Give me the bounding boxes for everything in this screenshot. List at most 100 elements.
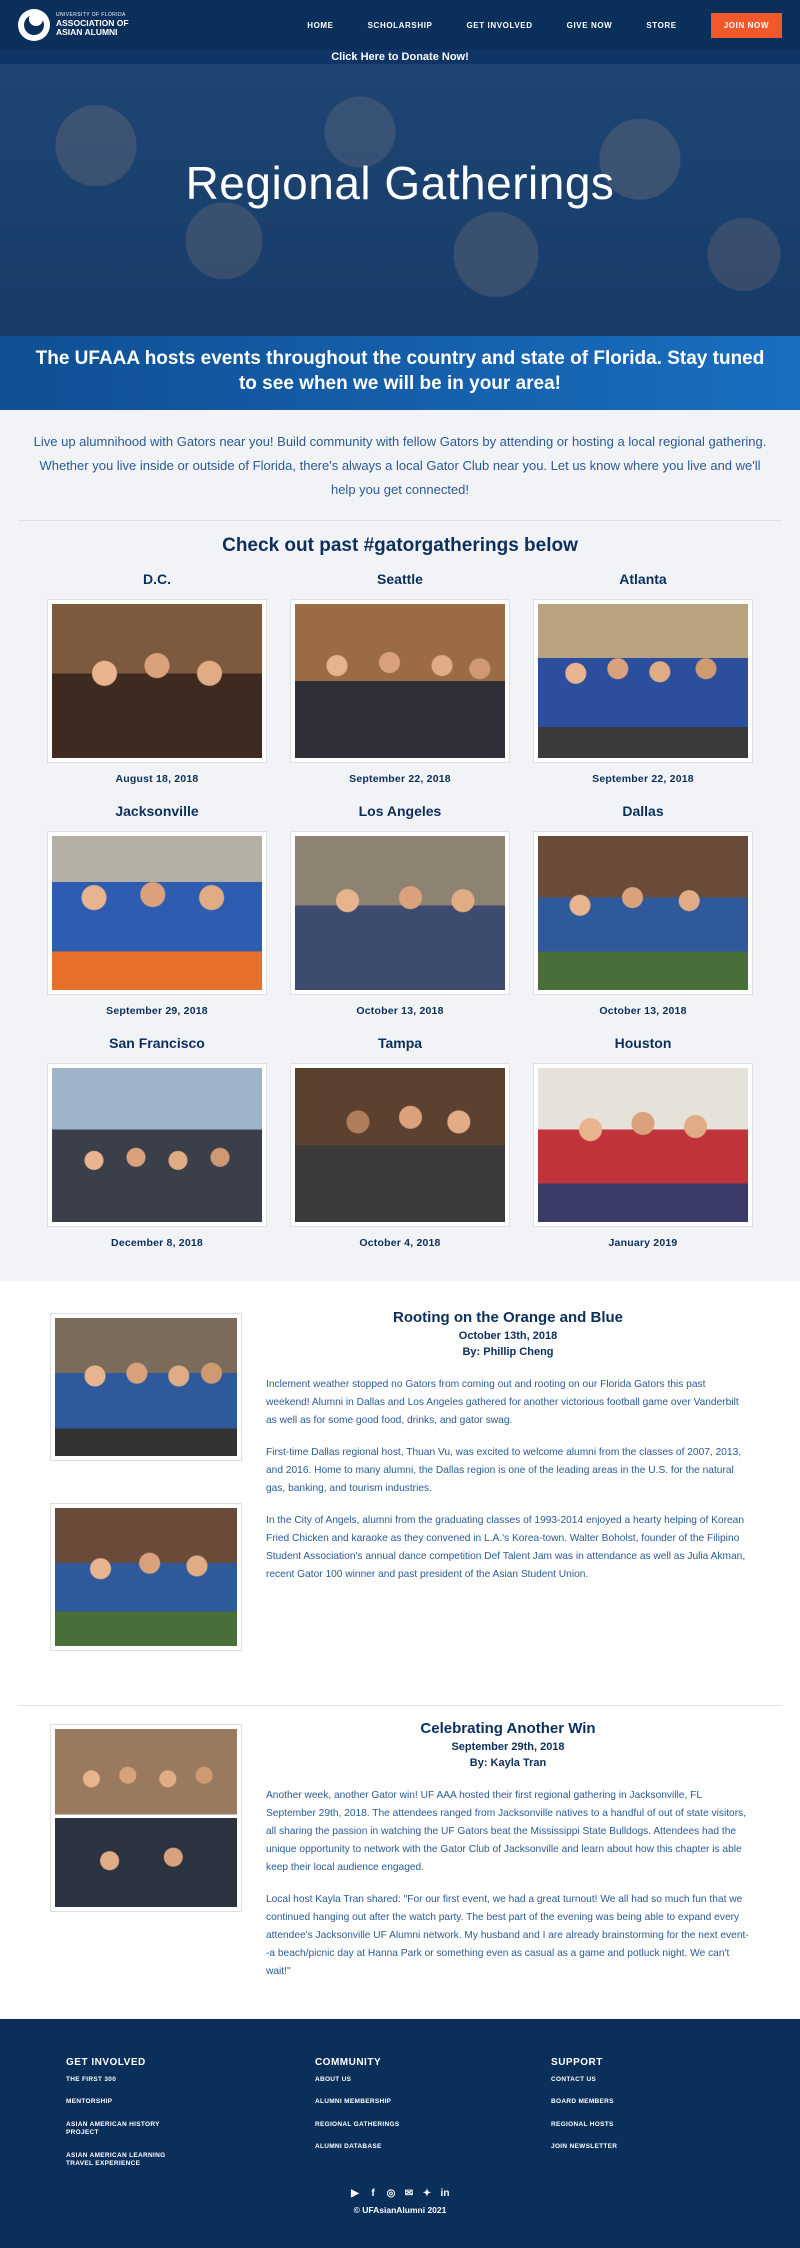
donate-link[interactable]: Click Here to Donate Now!: [0, 50, 800, 64]
footer-link[interactable]: MENTORSHIP: [66, 2098, 186, 2106]
articles-section: Rooting on the Orange and Blue October 1…: [0, 1281, 800, 2019]
page-title: Regional Gatherings: [185, 157, 615, 209]
article-celebrating: Celebrating Another Win September 29th, …: [18, 1720, 782, 1995]
linkedin-icon[interactable]: in: [440, 2188, 451, 2199]
article-rooting: Rooting on the Orange and Blue October 1…: [18, 1309, 782, 1693]
card-date: January 2019: [608, 1237, 678, 1249]
site-footer: GET INVOLVED THE FIRST 300 MENTORSHIP AS…: [0, 2019, 800, 2248]
card-photo[interactable]: [533, 1063, 753, 1227]
article-paragraph: First-time Dallas regional host, Thuan V…: [266, 1447, 742, 1494]
gallery-card-jacksonville: Jacksonville September 29, 2018: [40, 803, 274, 1017]
nav-store[interactable]: STORE: [646, 21, 676, 30]
group-photo: [538, 604, 748, 758]
article-divider: [18, 1705, 782, 1706]
card-date: August 18, 2018: [115, 773, 199, 785]
tagline-banner: The UFAAA hosts events throughout the co…: [0, 336, 800, 410]
site-header: UNIVERSITY OF FLORIDA ASSOCIATION OF ASI…: [0, 0, 800, 50]
nav-scholarship[interactable]: SCHOLARSHIP: [368, 21, 433, 30]
footer-link[interactable]: ALUMNI DATABASE: [315, 2143, 435, 2151]
footer-column-title: GET INVOLVED: [66, 2057, 146, 2068]
site-logo[interactable]: UNIVERSITY OF FLORIDA ASSOCIATION OF ASI…: [18, 9, 129, 41]
card-photo[interactable]: [47, 831, 267, 995]
article-body: Rooting on the Orange and Blue October 1…: [266, 1309, 750, 1693]
nav-get-involved[interactable]: GET INVOLVED: [466, 21, 532, 30]
twitter-icon[interactable]: ✦: [422, 2188, 433, 2199]
gallery-card-tampa: Tampa October 4, 2018: [283, 1035, 517, 1249]
gallery-card-houston: Houston January 2019: [526, 1035, 760, 1249]
article-paragraph: Another week, another Gator win! UF AAA …: [266, 1790, 747, 1873]
email-icon[interactable]: ✉: [404, 2188, 415, 2199]
group-photo: [295, 836, 505, 990]
footer-link[interactable]: CONTACT US: [551, 2076, 671, 2084]
main-nav: HOME SCHOLARSHIP GET INVOLVED GIVE NOW S…: [307, 12, 782, 38]
footer-link[interactable]: BOARD MEMBERS: [551, 2098, 671, 2106]
article-photo[interactable]: [50, 1724, 242, 1912]
card-city: Los Angeles: [358, 803, 442, 819]
card-city: Atlanta: [619, 571, 667, 587]
card-city: San Francisco: [109, 1035, 205, 1051]
group-photo: [52, 604, 262, 758]
footer-link[interactable]: ASIAN AMERICAN HISTORY PROJECT: [66, 2121, 186, 2138]
group-photo: [55, 1729, 237, 1907]
article-title: Rooting on the Orange and Blue: [393, 1309, 623, 1326]
footer-link[interactable]: THE FIRST 300: [66, 2076, 186, 2084]
hero-banner: Regional Gatherings: [0, 64, 800, 336]
article-body: Celebrating Another Win September 29th, …: [266, 1720, 750, 1995]
copyright: © UFAsianAlumni 2021: [353, 2205, 447, 2215]
article-photos: [50, 1724, 250, 1995]
card-photo[interactable]: [47, 1063, 267, 1227]
gallery-card-dc: D.C. August 18, 2018: [40, 571, 274, 785]
group-photo: [538, 1068, 748, 1222]
card-photo[interactable]: [290, 831, 510, 995]
article-photo[interactable]: [50, 1503, 242, 1651]
logo-name-line-2: ASIAN ALUMNI: [56, 26, 118, 37]
article-author: By: Kayla Tran: [469, 1757, 547, 1769]
gallery-card-seattle: Seattle September 22, 2018: [283, 571, 517, 785]
group-photo: [55, 1318, 237, 1456]
nav-give-now[interactable]: GIVE NOW: [567, 21, 613, 30]
group-photo: [538, 836, 748, 990]
card-date: September 22, 2018: [349, 773, 451, 785]
footer-columns: GET INVOLVED THE FIRST 300 MENTORSHIP AS…: [0, 2057, 800, 2183]
card-photo[interactable]: [533, 599, 753, 763]
group-photo: [295, 1068, 505, 1222]
footer-link[interactable]: JOIN NEWSLETTER: [551, 2143, 671, 2151]
card-photo[interactable]: [47, 599, 267, 763]
instagram-icon[interactable]: ◎: [386, 2188, 397, 2199]
facebook-icon[interactable]: f: [368, 2188, 379, 2199]
logo-text: UNIVERSITY OF FLORIDA ASSOCIATION OF ASI…: [56, 13, 129, 36]
social-links: ▶ f ◎ ✉ ✦ in: [0, 2188, 800, 2199]
card-city: Houston: [614, 1035, 672, 1051]
nav-home[interactable]: HOME: [307, 21, 333, 30]
article-date: September 29th, 2018: [451, 1741, 565, 1753]
join-now-button[interactable]: JOIN NOW: [710, 12, 782, 38]
card-city: Jacksonville: [115, 803, 199, 819]
gallery-grid: D.C. August 18, 2018 Seattle September 2…: [18, 571, 782, 1249]
card-date: December 8, 2018: [111, 1237, 203, 1249]
card-photo[interactable]: [290, 599, 510, 763]
footer-link[interactable]: ALUMNI MEMBERSHIP: [315, 2098, 435, 2106]
group-photo: [295, 604, 505, 758]
group-photo: [52, 1068, 262, 1222]
card-city: Seattle: [377, 571, 423, 587]
article-paragraph: Inclement weather stopped no Gators from…: [266, 1379, 739, 1426]
article-paragraph: In the City of Angels, alumni from the g…: [266, 1515, 746, 1580]
gallery-card-san-francisco: San Francisco December 8, 2018: [40, 1035, 274, 1249]
card-city: Dallas: [622, 803, 664, 819]
card-date: September 29, 2018: [106, 1005, 208, 1017]
card-photo[interactable]: [533, 831, 753, 995]
article-photo[interactable]: [50, 1313, 242, 1461]
card-photo[interactable]: [290, 1063, 510, 1227]
youtube-icon[interactable]: ▶: [350, 2188, 361, 2199]
footer-link[interactable]: ASIAN AMERICAN LEARNING TRAVEL EXPERIENC…: [66, 2152, 186, 2169]
group-photo: [52, 836, 262, 990]
intro-text: Live up alumnihood with Gators near you!…: [18, 430, 782, 521]
article-paragraph: Local host Kayla Tran shared: "For our f…: [266, 1894, 749, 1977]
gallery-card-atlanta: Atlanta September 22, 2018: [526, 571, 760, 785]
article-photos: [50, 1313, 250, 1693]
footer-link[interactable]: ABOUT US: [315, 2076, 435, 2084]
card-city: D.C.: [143, 571, 171, 587]
article-author: By: Phillip Cheng: [462, 1346, 554, 1358]
footer-link[interactable]: REGIONAL GATHERINGS: [315, 2121, 435, 2129]
footer-link[interactable]: REGIONAL HOSTS: [551, 2121, 671, 2129]
